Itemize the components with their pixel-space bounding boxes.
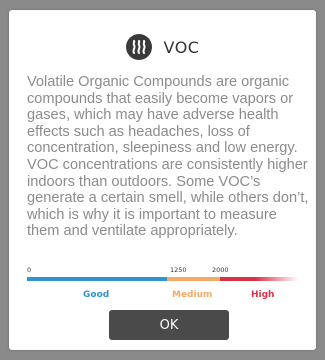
level-label-medium: Medium [172, 290, 213, 300]
voc-steam-icon [125, 34, 152, 60]
scale-tick-1250: 1250 [170, 266, 187, 274]
dialog-header: VOC [9, 34, 316, 60]
scale-bar-medium [167, 277, 220, 281]
dialog-title: VOC [163, 37, 200, 57]
scale-bar-good [27, 277, 167, 281]
voc-description: Volatile Organic Compounds are organic c… [27, 74, 309, 240]
scale-bar-high [220, 277, 299, 281]
ok-button[interactable]: OK [109, 310, 229, 340]
scale-tick-0: 0 [27, 266, 32, 274]
level-label-good: Good [83, 290, 110, 300]
voc-info-dialog: VOC Volatile Organic Compounds are organ… [9, 10, 316, 350]
voc-level-scale: 0 1250 2000 Good Medium High [27, 266, 299, 306]
level-label-high: High [251, 290, 275, 300]
scale-tick-2000: 2000 [212, 266, 229, 274]
